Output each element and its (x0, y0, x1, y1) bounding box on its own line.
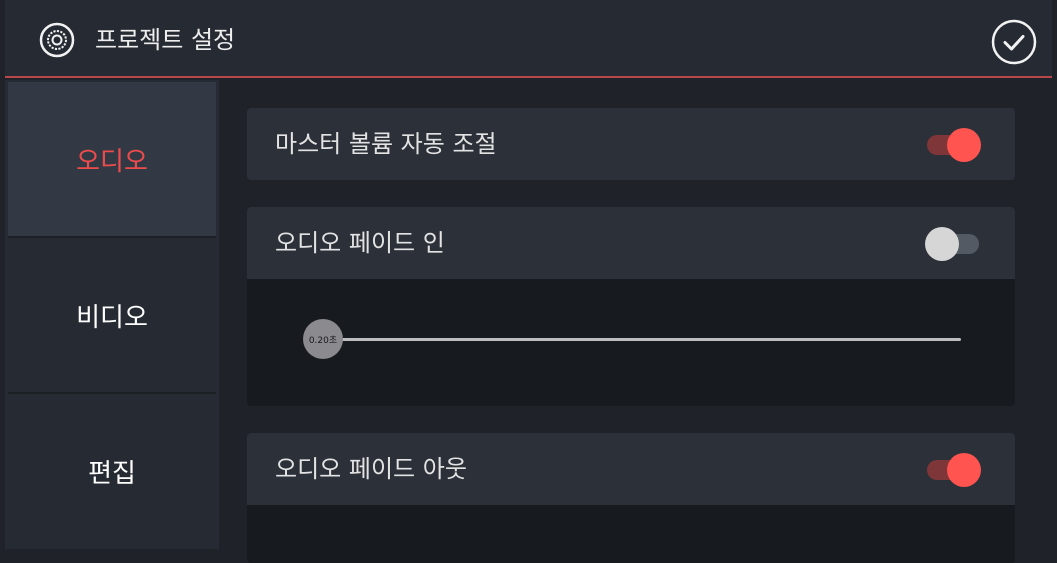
master-volume-toggle[interactable] (925, 128, 981, 162)
sidebar-item-edit[interactable]: 편집 (8, 394, 216, 548)
slider-rail (323, 338, 961, 341)
fade-in-label: 오디오 페이드 인 (275, 229, 445, 257)
master-volume-row: 마스터 볼륨 자동 조절 (247, 108, 1015, 180)
toggle-knob (947, 453, 981, 487)
master-volume-card: 마스터 볼륨 자동 조절 (247, 108, 1015, 180)
slider-thumb[interactable]: 0.20초 (303, 319, 343, 359)
settings-sidebar: 오디오 비디오 편집 (5, 80, 219, 549)
gear-icon (39, 22, 75, 58)
fade-in-row: 오디오 페이드 인 (247, 207, 1015, 279)
sidebar-item-video[interactable]: 비디오 (8, 238, 216, 392)
project-settings-window: 프로젝트 설정 오디오 비디오 편집 마스터 볼륨 자동 조절 오디오 페이드 … (5, 0, 1052, 563)
fade-out-toggle[interactable] (925, 453, 981, 487)
fade-in-toggle[interactable] (925, 227, 981, 261)
header-bar: 프로젝트 설정 (5, 0, 1052, 78)
fade-in-duration-slider[interactable]: 0.20초 (303, 319, 961, 359)
sidebar-item-label: 편집 (88, 458, 136, 489)
sidebar-item-audio[interactable]: 오디오 (8, 82, 216, 236)
page-title: 프로젝트 설정 (95, 26, 236, 54)
toggle-knob (925, 227, 959, 261)
master-volume-label: 마스터 볼륨 자동 조절 (275, 130, 497, 158)
sidebar-item-label: 오디오 (76, 146, 148, 177)
sidebar-item-label: 비디오 (76, 302, 148, 333)
check-circle-icon[interactable] (991, 19, 1037, 65)
fade-in-card: 오디오 페이드 인 0.20초 (247, 207, 1015, 406)
fade-out-card: 오디오 페이드 아웃 (247, 433, 1015, 563)
toggle-knob (947, 128, 981, 162)
fade-out-label: 오디오 페이드 아웃 (275, 455, 467, 483)
settings-content: 마스터 볼륨 자동 조절 오디오 페이드 인 0.20초 오디오 페이드 아웃 (219, 80, 1052, 563)
fade-out-row: 오디오 페이드 아웃 (247, 433, 1015, 505)
slider-value: 0.20초 (308, 335, 338, 346)
